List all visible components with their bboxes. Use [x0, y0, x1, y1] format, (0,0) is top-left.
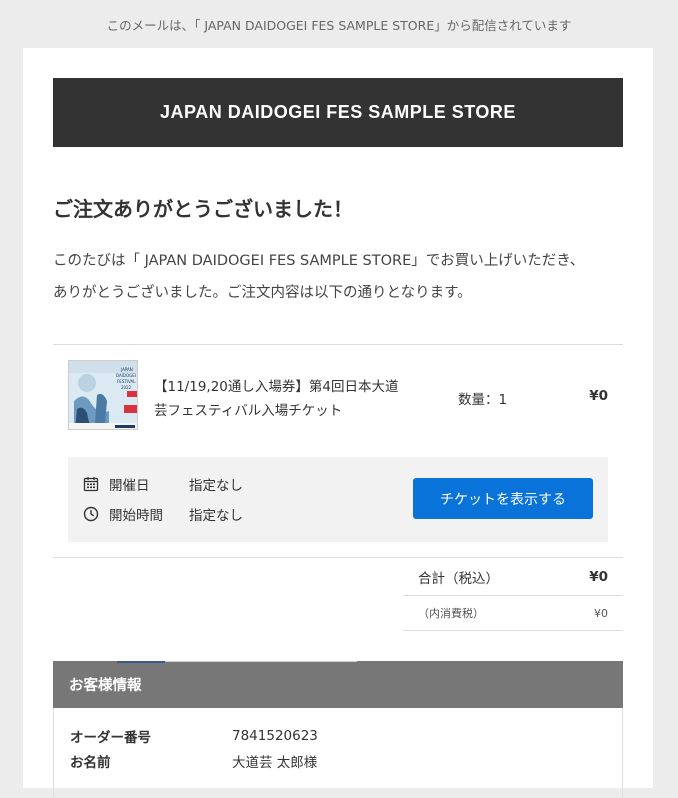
poster-year: 2022	[121, 385, 132, 390]
store-name: JAPAN DAIDOGEI FES SAMPLE STORE	[160, 102, 516, 122]
customer-info-table: オーダー番号 7841520623 お名前 大道芸 太郎様	[53, 708, 623, 798]
festival-poster-image: JAPAN DAIDOGEI FESTIVAL 2022	[69, 361, 137, 429]
divider	[403, 630, 623, 631]
sender-notice: このメールは、「 JAPAN DAIDOGEI FES SAMPLE STORE…	[106, 18, 572, 33]
event-date-value: 指定なし	[189, 478, 243, 494]
total-value: ¥0	[589, 568, 608, 585]
customer-name-label: お名前	[70, 755, 111, 771]
tax-row: （内消費税） ¥0	[403, 596, 623, 630]
event-time-value: 指定なし	[189, 508, 243, 524]
event-time-label: 開始時間	[109, 508, 163, 524]
store-header: JAPAN DAIDOGEI FES SAMPLE STORE	[53, 78, 623, 147]
customer-name-value: 大道芸 太郎様	[232, 755, 318, 771]
intro-line-1: このたびは「 JAPAN DAIDOGEI FES SAMPLE STORE」で…	[53, 253, 585, 269]
event-date-label: 開催日	[109, 478, 150, 494]
total-row: 合計（税込） ¥0	[403, 558, 623, 595]
divider	[53, 344, 623, 345]
order-number-row: オーダー番号 7841520623	[70, 726, 318, 746]
poster-brand-2: DAIDOGEI	[116, 373, 136, 378]
tax-label: （内消費税）	[418, 607, 484, 620]
event-time-row: 開始時間 指定なし	[83, 504, 243, 524]
clock-icon	[83, 506, 99, 522]
event-info-box: 開催日 指定なし 開始時間 指定なし チケットを表示する	[68, 457, 608, 542]
intro-line-2: ありがとうございました。ご注文内容は以下の通りとなります。	[53, 285, 472, 301]
tab-underline	[165, 661, 357, 662]
poster-brand-3: FESTIVAL	[117, 379, 136, 384]
calendar-icon	[83, 476, 99, 492]
event-date-row: 開催日 指定なし	[83, 474, 243, 494]
product-name: 【11/19,20通し入場券】第4回日本大道芸フェスティバル入場チケット	[154, 379, 399, 419]
customer-info-header: お客様情報	[53, 661, 623, 708]
quantity-label: 数量：	[458, 392, 499, 408]
product-quantity: 数量：1	[458, 388, 507, 408]
order-number-value: 7841520623	[232, 728, 318, 744]
show-ticket-button[interactable]: チケットを表示する	[413, 478, 593, 519]
customer-name-row: お名前 大道芸 太郎様	[70, 751, 317, 771]
order-number-label: オーダー番号	[70, 730, 151, 746]
thanks-heading: ご注文ありがとうございました！	[53, 197, 353, 221]
product-thumbnail: JAPAN DAIDOGEI FESTIVAL 2022	[68, 360, 138, 430]
product-price: ¥0	[589, 388, 608, 404]
total-label: 合計（税込）	[418, 570, 499, 587]
poster-brand: JAPAN	[120, 367, 133, 372]
quantity-value: 1	[498, 392, 508, 408]
email-card: JAPAN DAIDOGEI FES SAMPLE STORE ご注文ありがとう…	[23, 48, 653, 798]
customer-info-title: お客様情報	[69, 678, 142, 694]
tab-indicator	[117, 661, 165, 663]
intro-text: このたびは「 JAPAN DAIDOGEI FES SAMPLE STORE」で…	[53, 245, 628, 309]
tax-value: ¥0	[594, 606, 608, 620]
